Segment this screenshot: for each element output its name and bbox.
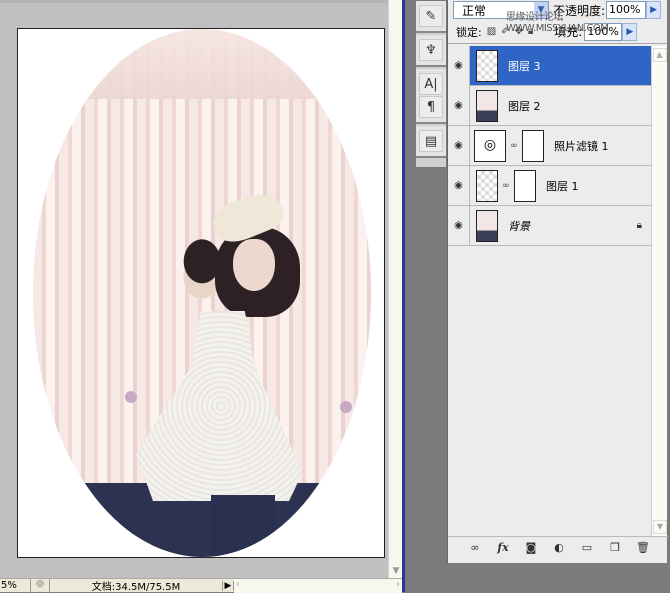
canvas-area: [0, 0, 388, 578]
layers-panel: 正常 ▼ 不透明度: 100% ▶ 思缘设计论坛 WWW.MISSYUAN.CO…: [447, 0, 668, 563]
layer-comps-icon[interactable]: ▤: [419, 130, 443, 152]
dock-group-2: ♆: [416, 35, 446, 67]
layer-name: 图层 2: [508, 99, 541, 113]
canvas-vertical-scrollbar[interactable]: ▼: [388, 0, 402, 578]
scroll-down-icon[interactable]: ▼: [653, 520, 667, 534]
layer-mask-thumbnail[interactable]: [514, 169, 536, 202]
lock-all-icon[interactable]: 🔒︎: [528, 26, 533, 37]
girl-dress: [136, 311, 303, 501]
blend-opacity-row: 正常 ▼ 不透明度: 100% ▶ 思缘设计论坛 WWW.MISSYUAN.CO…: [448, 0, 667, 34]
status-bar: 5% ◎ 文档:34.5M/75.5M ▶ ‹ ›: [0, 578, 402, 593]
curtain-valance: [33, 29, 371, 99]
opacity-slider-arrow-icon[interactable]: ▶: [646, 1, 662, 19]
girl-face: [233, 239, 275, 291]
layer-row-2[interactable]: ◉ 图层 2: [448, 85, 652, 126]
adjustment-icon[interactable]: ◐: [552, 541, 566, 554]
eye-icon[interactable]: ◉: [448, 45, 470, 86]
link-icon[interactable]: ∞: [468, 541, 482, 554]
document-window: ▼ 5% ◎ 文档:34.5M/75.5M ▶ ‹ ›: [0, 0, 405, 593]
opacity-input[interactable]: 100%: [606, 1, 647, 19]
status-info-icon[interactable]: ◎: [30, 578, 50, 593]
layer-thumbnail: [476, 169, 498, 202]
eye-icon[interactable]: ◉: [448, 85, 470, 126]
lock-fill-row: 锁定: ▨ ✐ ✥ 🔒︎ 填充: 100% ▶: [448, 20, 667, 44]
photo-filter-adjustment-icon: ◎: [474, 129, 506, 162]
lock-pixels-icon[interactable]: ✐: [501, 26, 509, 37]
opacity-label: 不透明度:: [553, 3, 606, 18]
paragraph-icon[interactable]: ¶: [419, 96, 443, 118]
zoom-level[interactable]: 5%: [0, 580, 30, 591]
lock-position-icon[interactable]: ✥: [515, 26, 523, 37]
layer-name: 照片滤镜 1: [554, 139, 609, 153]
oval-photo: [33, 29, 371, 557]
eye-icon[interactable]: ◉: [448, 165, 470, 206]
dock-group-1: ✎: [416, 1, 446, 33]
eye-icon[interactable]: ◉: [448, 205, 470, 246]
layer-list: ◉ 图层 3 ◉ 图层 2 ◉ ◎ ∞ 照片滤镜 1 ◉ ∞ 图层 1 ◉ 背景: [448, 45, 652, 536]
girl-legs: [211, 495, 275, 557]
document-size-info: 文档:34.5M/75.5M: [91, 582, 181, 593]
lock-icon: 🔒︎: [636, 220, 642, 231]
eye-icon[interactable]: ◉: [448, 125, 470, 166]
status-menu-arrow-icon[interactable]: ▶: [222, 580, 234, 591]
brush-icon[interactable]: ✎: [419, 5, 443, 27]
scroll-down-icon[interactable]: ▼: [389, 564, 403, 578]
lock-transparency-icon[interactable]: ▨: [487, 26, 496, 37]
layer-name: 图层 3: [508, 59, 541, 73]
dock-group-3: A| ¶: [416, 69, 446, 124]
fill-label: 填充:: [554, 25, 583, 39]
layer-name: 图层 1: [546, 179, 579, 193]
layer-row-3[interactable]: ◉ 图层 3: [448, 45, 652, 86]
mask-icon[interactable]: ◙: [524, 541, 538, 554]
fx-icon[interactable]: fx: [496, 541, 510, 554]
blend-mode-value: 正常: [462, 3, 487, 18]
curtain-tie-left: [125, 391, 137, 403]
fill-input[interactable]: 100%: [584, 22, 623, 41]
trash-icon[interactable]: 🗑︎: [636, 541, 650, 554]
character-icon[interactable]: A|: [419, 73, 443, 95]
brush-presets-icon[interactable]: ♆: [419, 39, 443, 61]
layer-row-1[interactable]: ◉ ∞ 图层 1: [448, 165, 652, 206]
window-edge: [402, 0, 405, 592]
scroll-right-icon[interactable]: ›: [396, 579, 400, 590]
chain-link-icon[interactable]: ∞: [510, 141, 520, 151]
scroll-up-icon[interactable]: ▲: [652, 48, 667, 62]
layer-thumbnail: [476, 49, 498, 82]
blend-mode-select[interactable]: 正常 ▼: [453, 1, 549, 19]
lock-label: 锁定:: [456, 25, 482, 39]
layers-vertical-scrollbar[interactable]: ▲ ▼: [651, 46, 667, 536]
new-layer-icon[interactable]: ❐: [608, 541, 622, 554]
chain-link-icon[interactable]: ∞: [502, 181, 512, 191]
tool-dock: ✎ ♆ A| ¶ ▤: [415, 0, 447, 168]
layer-mask-thumbnail[interactable]: [522, 129, 544, 162]
layers-panel-footer: ∞ fx ◙ ◐ ▭ ❐ 🗑︎: [448, 536, 668, 558]
fill-slider-arrow-icon[interactable]: ▶: [622, 22, 638, 41]
layer-thumbnail: [476, 89, 498, 122]
group-folder-icon[interactable]: ▭: [580, 541, 594, 554]
layer-row-background[interactable]: ◉ 背景 🔒︎: [448, 205, 652, 246]
scroll-left-icon[interactable]: ‹: [236, 579, 240, 590]
chevron-down-icon[interactable]: ▼: [534, 2, 548, 18]
curtain-tie-right: [340, 401, 352, 413]
layer-row-photo-filter[interactable]: ◉ ◎ ∞ 照片滤镜 1: [448, 125, 652, 166]
canvas-horizontal-scrollbar[interactable]: ‹ ›: [234, 578, 402, 593]
canvas[interactable]: [17, 28, 385, 558]
layer-name: 背景: [508, 219, 530, 233]
layer-thumbnail: [476, 209, 498, 242]
dock-group-4: ▤: [416, 126, 446, 158]
